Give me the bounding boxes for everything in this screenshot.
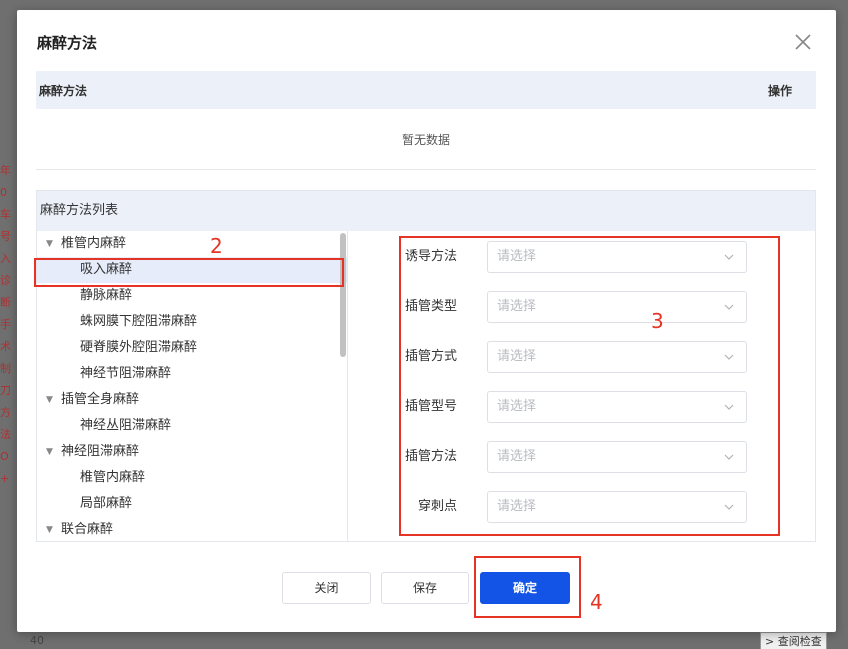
tree-item-label: 静脉麻醉 bbox=[80, 288, 133, 303]
bg-text: 方法 bbox=[0, 406, 11, 441]
bg-text: 诊断 bbox=[0, 274, 11, 309]
bg-text: 制刀 bbox=[0, 362, 11, 397]
tree-group[interactable]: ▼ 插管全身麻醉 bbox=[37, 387, 347, 413]
bg-text: 入 bbox=[0, 252, 11, 265]
tree-item-label: 局部麻醉 bbox=[80, 496, 133, 511]
annotation-box-form bbox=[399, 236, 780, 536]
close-button[interactable]: 关闭 bbox=[282, 572, 371, 604]
tree-item-label: 椎管内麻醉 bbox=[61, 236, 127, 251]
annotation-label: 3 bbox=[651, 309, 664, 333]
dialog-title: 麻醉方法 bbox=[37, 34, 98, 52]
tree-group[interactable]: ▼ 联合麻醉 bbox=[37, 517, 347, 541]
tree-item[interactable]: 神经节阻滞麻醉 bbox=[37, 361, 347, 387]
tree-item-label: 神经丛阻滞麻醉 bbox=[80, 418, 172, 433]
annotation-label: 2 bbox=[210, 234, 223, 258]
tree-scrollbar[interactable] bbox=[340, 233, 346, 357]
tree-item-label: 硬脊膜外腔阻滞麻醉 bbox=[80, 340, 198, 355]
empty-table-message: 暂无数据 bbox=[36, 109, 816, 170]
bg-text: 年0 bbox=[0, 164, 11, 199]
tree-item-label: 插管全身麻醉 bbox=[61, 392, 140, 407]
bg-text: 手术 bbox=[0, 318, 11, 353]
caret-down-icon[interactable]: ▼ bbox=[46, 387, 53, 413]
tree-item-label: 联合麻醉 bbox=[61, 522, 114, 537]
close-icon[interactable] bbox=[793, 32, 815, 54]
tree-item[interactable]: 神经丛阻滞麻醉 bbox=[37, 413, 347, 439]
column-header-action: 操作 bbox=[767, 83, 792, 98]
dialog-footer: 关闭 保存 确定 bbox=[17, 572, 836, 604]
tree-group[interactable]: ▼ 神经阻滞麻醉 bbox=[37, 439, 347, 465]
annotation-label: 4 bbox=[590, 590, 603, 614]
tree-group[interactable]: ▼ 椎管内麻醉 bbox=[37, 231, 347, 257]
caret-down-icon[interactable]: ▼ bbox=[46, 517, 53, 541]
save-button[interactable]: 保存 bbox=[381, 572, 469, 604]
background-strip: 年0 车号 入 诊断 手术 制刀 方法 O + bbox=[0, 160, 16, 640]
method-list-title: 麻醉方法列表 bbox=[37, 191, 815, 231]
bg-link-button: > 查阅检查 bbox=[760, 632, 827, 649]
bg-text: 车号 bbox=[0, 208, 11, 243]
background-bottom: 40 > 查阅检查 bbox=[0, 632, 848, 649]
tree-item[interactable]: 硬脊膜外腔阻滞麻醉 bbox=[37, 335, 347, 361]
tree-item[interactable]: 局部麻醉 bbox=[37, 491, 347, 517]
tree-item[interactable]: 蛛网膜下腔阻滞麻醉 bbox=[37, 309, 347, 335]
tree-item-label: 椎管内麻醉 bbox=[80, 470, 146, 485]
selected-methods-table-header: 麻醉方法 操作 bbox=[36, 71, 816, 109]
tree-item-label: 神经阻滞麻醉 bbox=[61, 444, 140, 459]
tree-item-label: 神经节阻滞麻醉 bbox=[80, 366, 172, 381]
bg-text: O + bbox=[0, 450, 10, 485]
tree-item-label: 蛛网膜下腔阻滞麻醉 bbox=[80, 314, 198, 329]
caret-down-icon[interactable]: ▼ bbox=[46, 231, 53, 257]
annotation-box-selected-item bbox=[34, 258, 344, 287]
tree-item[interactable]: 椎管内麻醉 bbox=[37, 465, 347, 491]
column-header-method: 麻醉方法 bbox=[39, 83, 88, 98]
bg-text: 40 bbox=[30, 634, 44, 647]
caret-down-icon[interactable]: ▼ bbox=[46, 439, 53, 465]
annotation-box-confirm bbox=[474, 556, 581, 618]
